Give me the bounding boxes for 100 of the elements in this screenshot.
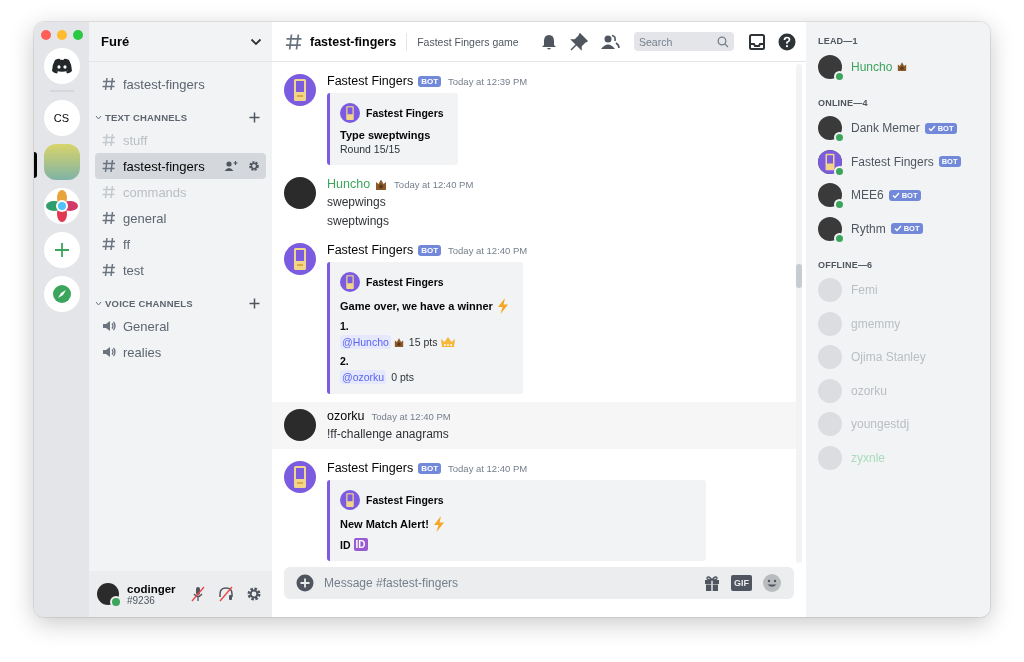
user-mention[interactable]: @ozorku [340,370,387,384]
member-avatar[interactable] [818,54,842,79]
selected-channel-background[interactable]: fastest-fingers [95,153,266,179]
channel-title: fastest-fingers [310,34,397,49]
rank-number: 2. [340,355,350,367]
lightning-icon [496,298,509,314]
message-author[interactable]: Huncho [327,177,371,191]
hash-icon [101,158,117,174]
channel-name[interactable]: general [123,210,260,226]
bot-avatar [340,272,360,292]
channel-name[interactable]: test [123,262,260,278]
member-name[interactable]: Dank Memer [851,121,920,136]
pin-icon[interactable] [570,32,588,51]
hash-icon [101,184,117,200]
id-label: ID [340,538,351,551]
deafened-headphones-icon[interactable] [218,586,234,602]
bot-tag: BOT [418,462,442,474]
channel-name[interactable]: fastest-fingers [123,76,260,92]
message-author[interactable]: Fastest Fingers [327,461,414,475]
points-text: 15 pts [408,336,438,348]
speaker-icon [101,318,117,334]
message-text: sweptwings [327,213,391,230]
message-author[interactable]: Fastest Fingers [327,74,414,88]
scrollbar[interactable] [796,64,802,563]
add-channel-icon[interactable] [249,111,260,123]
channel-topic: Fastest Fingers game [417,35,519,48]
message-timestamp: Today at 12:40 PM [394,178,474,190]
member-avatar[interactable] [818,116,842,141]
bot-avatar [340,103,360,123]
checkmark-icon [891,191,900,199]
channel-name[interactable]: fastest-fingers [123,158,214,174]
member-group-label: OFFLINE—6 [818,259,874,270]
message-author[interactable]: ozorku [327,409,365,423]
member-group-label: ONLINE—4 [818,97,869,108]
emoji-icon[interactable] [762,573,782,593]
help-icon[interactable] [778,32,796,51]
add-channel-icon[interactable] [249,297,260,309]
hash-icon [101,262,117,278]
lightning-icon [432,516,445,532]
server-button[interactable]: CS [43,100,80,136]
message-composer[interactable]: Message #fastest-fingers GIF [284,567,794,599]
channel-name[interactable]: General [123,318,260,334]
member-avatar[interactable] [818,183,842,208]
muted-microphone-icon[interactable] [190,586,206,602]
user-mention[interactable]: @Huncho [340,335,391,349]
online-status-icon [834,165,845,177]
member-name[interactable]: Huncho [851,59,893,74]
inbox-icon[interactable] [748,32,766,51]
hash-icon [101,236,117,252]
message-timestamp: Today at 12:40 PM [448,462,528,474]
message-timestamp: Today at 12:39 PM [448,75,528,87]
embed-title: New Match Alert! [340,518,429,530]
crown-emoji-icon [375,177,388,191]
bell-icon[interactable] [540,32,558,51]
message-text: !ff-challenge anagrams [327,426,450,443]
settings-icon[interactable] [246,586,262,602]
member-name[interactable]: Rythm [851,221,886,236]
crown-emoji-icon [393,336,404,348]
user-avatar[interactable] [284,409,316,441]
settings-icon[interactable] [248,160,260,172]
hash-icon [101,210,117,226]
chevron-down-icon[interactable] [250,37,262,46]
message-author[interactable]: Fastest Fingers [327,243,414,257]
bot-avatar[interactable] [284,243,316,275]
category-label[interactable]: TEXT CHANNELS [105,111,246,123]
flower-server-icon[interactable] [43,188,80,224]
bot-tag: BOT [418,244,442,256]
gif-button[interactable]: GIF [731,575,752,591]
member-avatar[interactable] [818,216,842,241]
user-avatar[interactable] [284,177,316,209]
hash-icon [101,132,117,148]
discord-logo-icon[interactable] [43,48,80,84]
compass-icon[interactable] [43,276,80,312]
id-badge: ID [353,538,368,551]
search-field[interactable]: Search [634,32,734,51]
hash-icon [284,31,304,52]
bot-avatar[interactable] [818,149,842,174]
add-member-icon[interactable] [224,160,238,172]
channel-name[interactable]: ff [123,236,260,252]
server-name[interactable]: Furé [101,34,250,49]
online-status-icon [834,232,845,244]
members-icon[interactable] [600,32,620,51]
channel-name[interactable]: realies [123,344,260,360]
embed-author: Fastest Fingers [366,276,444,288]
add-attachment-icon[interactable] [296,574,314,592]
selected-server-indicator [34,152,37,178]
member-name[interactable]: Fastest Fingers [851,154,934,169]
message-input-field[interactable]: Message #fastest-fingers [324,573,693,593]
bot-avatar[interactable] [284,461,316,493]
speaker-icon [101,344,117,360]
bot-avatar[interactable] [284,74,316,106]
embed-title: Game over, we have a winner [340,300,493,312]
member-name[interactable]: MEE6 [851,188,884,203]
category-label[interactable]: VOICE CHANNELS [105,297,246,309]
add-server-icon[interactable] [43,232,80,268]
gift-icon[interactable] [703,574,721,592]
user-avatar[interactable] [97,583,119,605]
message-timestamp: Today at 12:40 PM [448,244,528,256]
embed-text: Round 15/15 [340,143,402,155]
checkmark-icon [927,124,936,132]
